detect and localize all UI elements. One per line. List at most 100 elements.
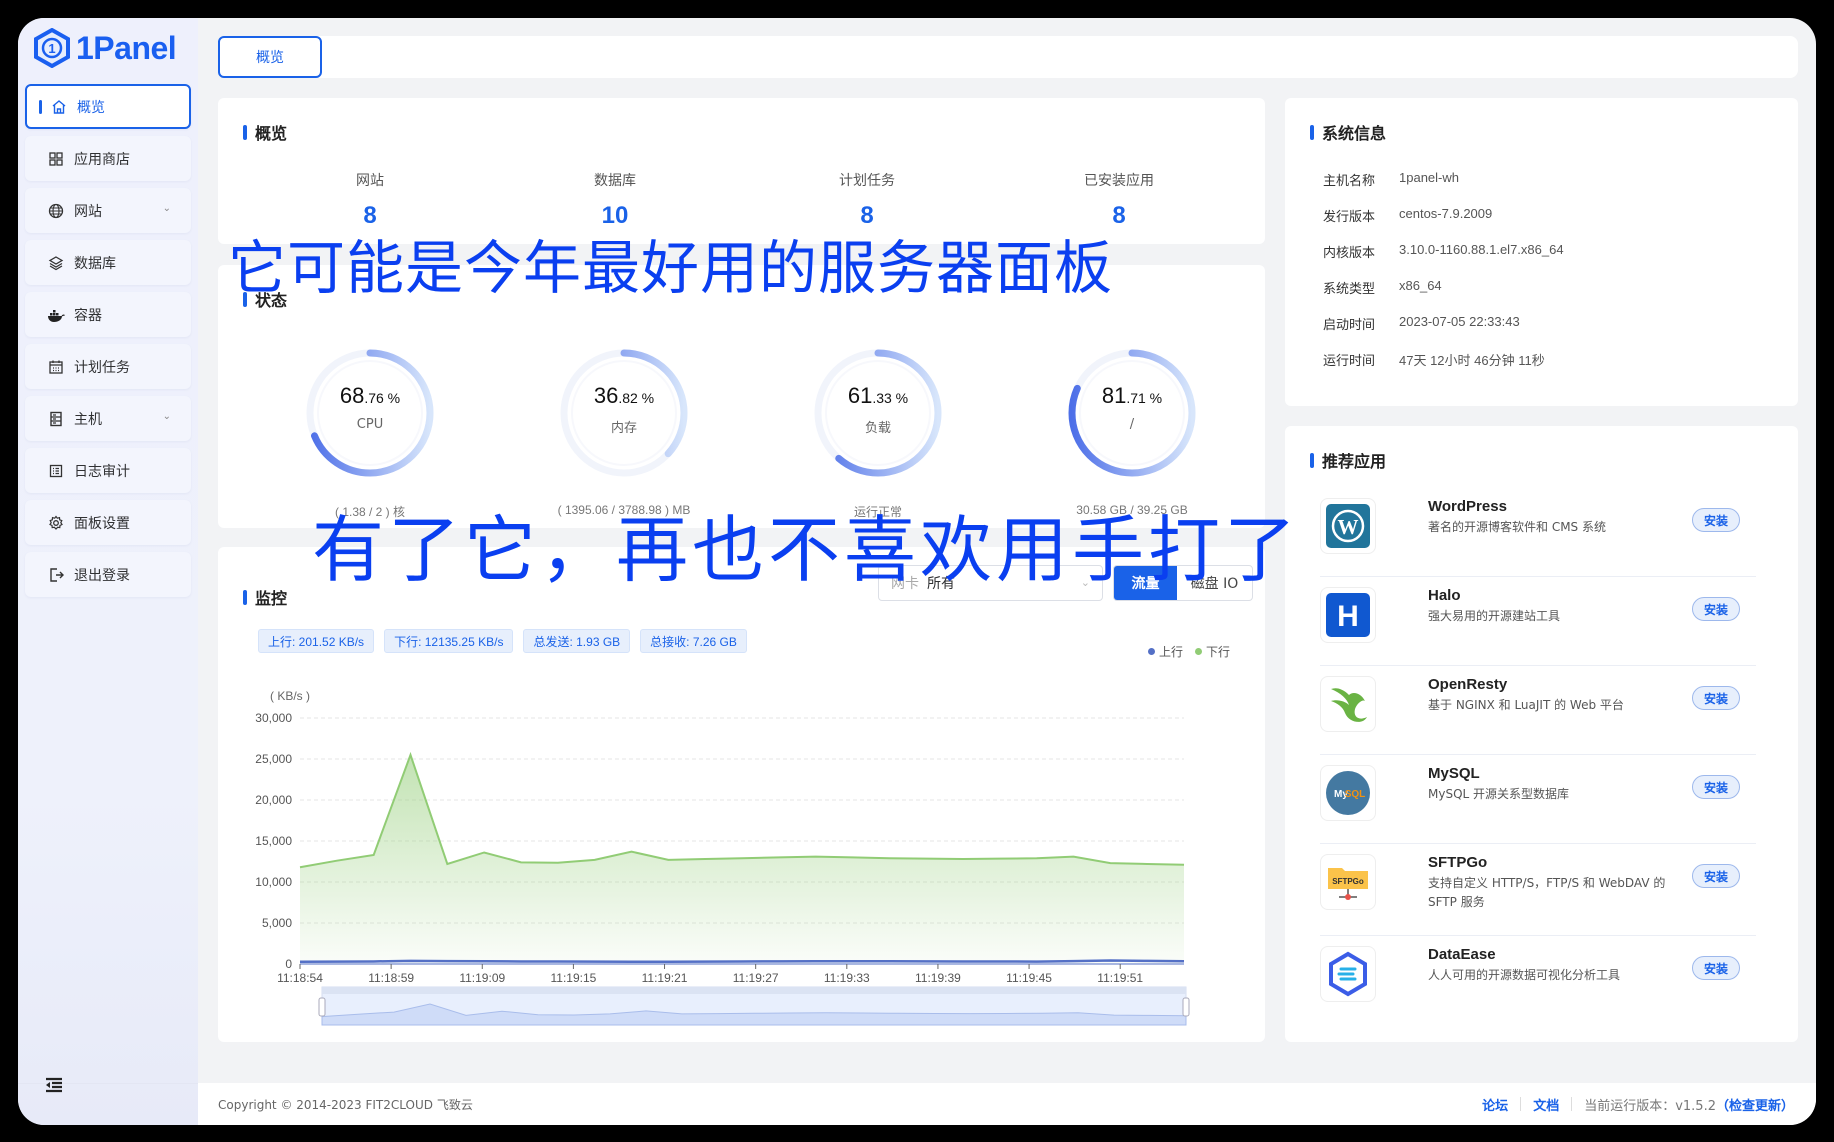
system-info-row: 启动时间 2023-07-05 22:33:43 <box>1323 314 1520 333</box>
title-bar <box>243 124 247 140</box>
sidebar-item-label: 概览 <box>77 99 105 116</box>
monitor-title-text: 监控 <box>255 589 288 608</box>
gauge-value-dec: .33 % <box>872 390 909 406</box>
system-info-row: 主机名称 1panel-wh <box>1323 170 1459 189</box>
data-zoom-slider[interactable] <box>318 986 1190 1026</box>
gauge-name: 负载 <box>864 421 891 436</box>
gauge-value: 61.33 % <box>778 383 978 409</box>
gauge-value-dec: .82 % <box>618 390 655 406</box>
footer: Copyright © 2014-2023 FIT2CLOUD 飞致云 论坛 文… <box>198 1083 1816 1125</box>
sidebar-item-label: 退出登录 <box>74 567 130 584</box>
system-info-key: 系统类型 <box>1323 282 1376 297</box>
gauge-value-int: 36 <box>593 383 619 408</box>
sidebar-item-label: 主机 <box>74 411 102 428</box>
traffic-chart: ( KB/s ) 0 5,000 10,000 15,000 20,000 25,000 30… <box>255 689 1190 1026</box>
collapse-menu-icon[interactable] <box>44 1077 64 1097</box>
gauge-value: 68.76 % <box>270 383 470 409</box>
title-bar <box>1310 124 1314 140</box>
install-button[interactable]: 安装 <box>1692 508 1740 532</box>
install-button[interactable]: 安装 <box>1692 864 1740 888</box>
docs-link[interactable]: 文档 <box>1533 1095 1559 1114</box>
apps-title-text: 推荐应用 <box>1322 452 1387 471</box>
check-update-link[interactable]: （检查更新） <box>1716 1095 1794 1114</box>
total-received-tag: 总接收: 7.26 GB <box>640 629 747 653</box>
app-list-item[interactable]: H Halo 强大易用的开源建站工具 安装 <box>1320 577 1756 666</box>
app-list-item[interactable]: SFTPGo SFTPGo 支持自定义 HTTP/S，FTP/S 和 WebDAV … <box>1320 844 1756 936</box>
gauge-1: 36.82 % 内存( 1395.06 / 3788.98 ) MB <box>524 343 724 517</box>
chevron-down-icon: ⌄ <box>162 411 171 422</box>
system-info-row: 运行时间 47天 12小时 46分钟 11秒 <box>1323 350 1545 369</box>
stat-value: 8 <box>1112 202 1126 229</box>
overview-stat-cronjobs[interactable]: 计划任务 8 <box>767 170 967 230</box>
gauge-center: 61.33 % 负载 <box>778 383 978 436</box>
legend-label: 下行 <box>1205 645 1230 659</box>
install-button[interactable]: 安装 <box>1692 956 1740 980</box>
apps-title: 推荐应用 <box>1310 448 1386 472</box>
y-tick-label: 25,000 <box>255 752 292 766</box>
upload-rate-tag: 上行: 201.52 KB/s <box>258 629 375 653</box>
tab-overview[interactable]: 概览 <box>218 36 322 78</box>
sidebar-item-logout[interactable]: 退出登录 <box>25 552 191 597</box>
x-tick-label: 11:19:33 <box>824 971 870 985</box>
sidebar-item-overview[interactable]: 概览 <box>25 84 191 129</box>
system-info-key: 运行时间 <box>1323 354 1376 369</box>
app-list-item[interactable]: My SQL MySQL MySQL 开源关系型数据库 安装 <box>1320 755 1756 844</box>
install-button[interactable]: 安装 <box>1692 686 1740 710</box>
active-indicator <box>39 99 42 114</box>
overview-card: 概览 网站 8 数据库 10 计划任务 8 已安装应用 8 <box>218 98 1265 244</box>
sidebar: 1 1Panel 概览 应用商店 网站 ⌄ 数据库 容器 计划任务 主机 ⌄ 日… <box>18 18 198 1125</box>
server-icon <box>47 410 65 428</box>
app-description: 支持自定义 HTTP/S，FTP/S 和 WebDAV 的 SFTP 服务 <box>1428 876 1666 909</box>
y-tick-label: 0 <box>285 957 292 971</box>
stat-value: 10 <box>601 202 629 229</box>
logo[interactable]: 1 1Panel <box>34 28 177 68</box>
app-list-item[interactable]: W WordPress 著名的开源博客软件和 CMS 系统 安装 <box>1320 488 1756 577</box>
gauge-3: 81.71 %/30.58 GB / 39.25 GB <box>1032 343 1232 517</box>
forum-link[interactable]: 论坛 <box>1482 1095 1508 1114</box>
monitor-card: 监控 网卡 所有 ⌄ 流量 磁盘 IO 上行: 201.52 KB/s 下行: … <box>218 547 1265 1042</box>
series-line-download <box>299 751 1185 869</box>
system-info-value: 3.10.0-1160.88.1.el7.x86_64 <box>1399 242 1564 257</box>
install-button[interactable]: 安装 <box>1692 597 1740 621</box>
sidebar-item-app-store[interactable]: 应用商店 <box>25 136 191 181</box>
legend-item-download[interactable]: 下行 <box>1194 643 1230 660</box>
globe-icon <box>47 202 65 220</box>
gauge-value-int: 68 <box>339 383 365 408</box>
sidebar-item-database[interactable]: 数据库 <box>25 240 191 285</box>
monitor-title: 监控 <box>243 585 287 609</box>
gauge-center: 68.76 % CPU <box>270 383 470 432</box>
app-list-item[interactable]: DataEase 人人可用的开源数据可视化分析工具 安装 <box>1320 936 1756 1025</box>
system-info-value: centos-7.9.2009 <box>1399 206 1493 221</box>
slider-handle-left[interactable] <box>318 997 326 1017</box>
sidebar-item-label: 日志审计 <box>74 463 130 480</box>
divider <box>1571 1097 1573 1111</box>
sidebar-item-host[interactable]: 主机 ⌄ <box>25 396 191 441</box>
gauge-center: 81.71 % / <box>1032 383 1232 432</box>
x-tick-label: 11:18:59 <box>368 971 414 985</box>
sidebar-item-cronjob[interactable]: 计划任务 <box>25 344 191 389</box>
system-info-row: 内核版本 3.10.0-1160.88.1.el7.x86_64 <box>1323 242 1564 261</box>
wordpress-icon: W <box>1320 498 1376 554</box>
install-button[interactable]: 安装 <box>1692 775 1740 799</box>
sidebar-item-container[interactable]: 容器 <box>25 292 191 337</box>
sidebar-item-log-audit[interactable]: 日志审计 <box>25 448 191 493</box>
app-name: MySQL <box>1428 765 1480 782</box>
system-info-row: 系统类型 x86_64 <box>1323 278 1442 297</box>
sidebar-menu: 概览 应用商店 网站 ⌄ 数据库 容器 计划任务 主机 ⌄ 日志审计 面板设置 … <box>25 84 191 604</box>
gauge-2: 61.33 % 负载 运行正常 <box>778 343 978 520</box>
app-name: DataEase <box>1428 946 1496 963</box>
system-info-key: 内核版本 <box>1323 246 1376 261</box>
gauge-name: / <box>1129 417 1135 432</box>
overview-stat-databases[interactable]: 数据库 10 <box>515 170 715 230</box>
overview-stat-installed-apps[interactable]: 已安装应用 8 <box>1019 170 1219 230</box>
sidebar-item-website[interactable]: 网站 ⌄ <box>25 188 191 233</box>
legend-item-upload[interactable]: 上行 <box>1147 643 1183 660</box>
overview-stat-websites[interactable]: 网站 8 <box>270 170 470 230</box>
recommended-apps-card: 推荐应用 W WordPress 著名的开源博客软件和 CMS 系统 安装 H Halo 强… <box>1285 426 1798 1042</box>
gear-icon <box>47 514 65 532</box>
system-info-value: 47天 12小时 46分钟 11秒 <box>1399 353 1545 368</box>
app-list-item[interactable]: OpenResty 基于 NGINX 和 LuaJIT 的 Web 平台 安装 <box>1320 666 1756 755</box>
sidebar-item-panel-settings[interactable]: 面板设置 <box>25 500 191 545</box>
slider-handle-right[interactable] <box>1182 997 1190 1017</box>
x-tick-label: 11:19:45 <box>1006 971 1052 985</box>
